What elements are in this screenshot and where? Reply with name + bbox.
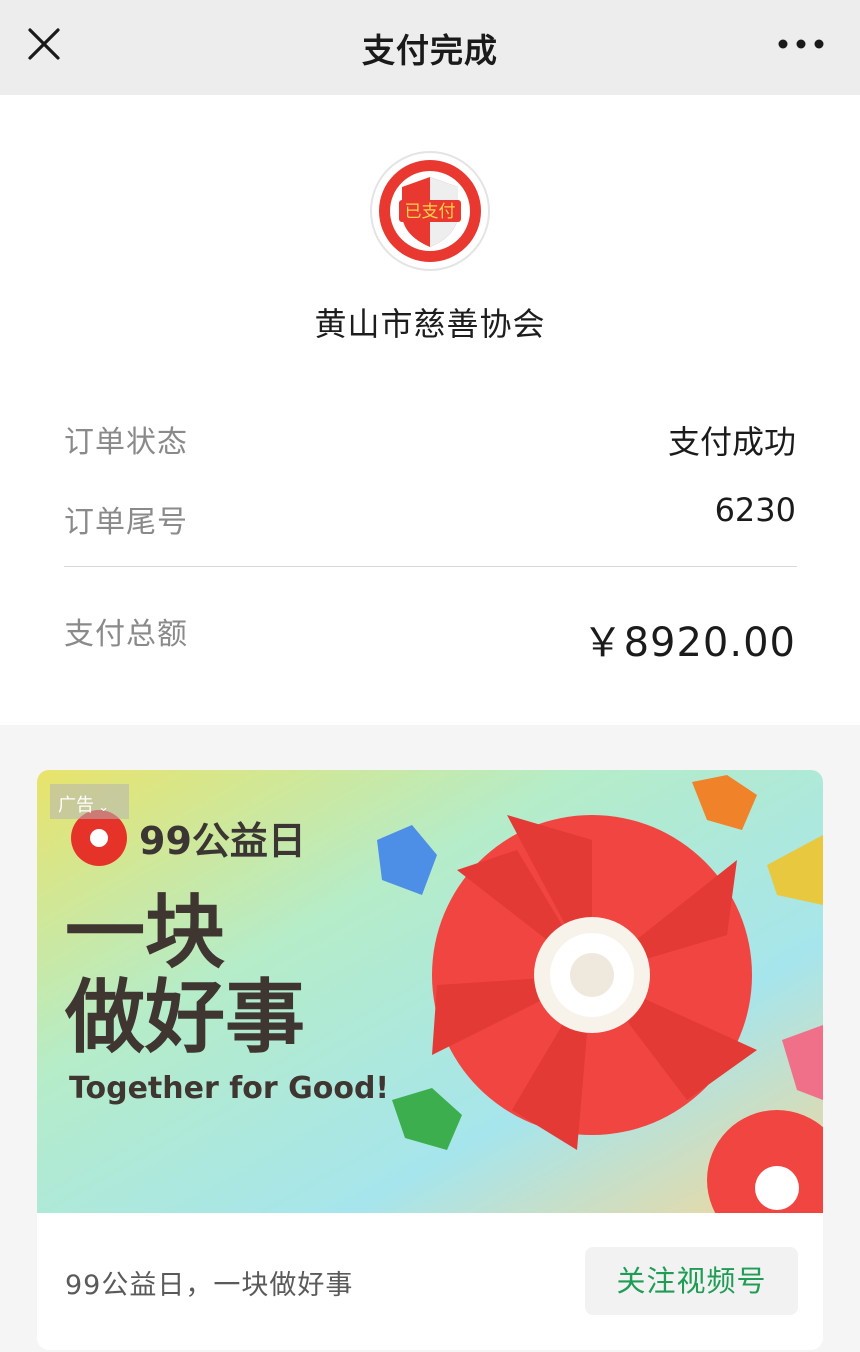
divider xyxy=(64,566,797,567)
order-status-value: 支付成功 xyxy=(667,423,796,461)
order-tail-label: 订单尾号 xyxy=(64,505,188,540)
chevron-down-icon: ⌄ xyxy=(94,800,110,815)
ad-badge-text: 99公益日 xyxy=(139,819,306,863)
ad-headline-line2: 做好事 xyxy=(64,971,305,1064)
ad-headline-line1: 一块 xyxy=(65,886,225,979)
ad-caption: 99公益日，一块做好事 xyxy=(65,1270,354,1301)
top-bar: 支付完成 xyxy=(0,0,860,95)
order-status-label: 订单状态 xyxy=(64,425,188,460)
paid-logo-text: 已支付 xyxy=(405,202,456,222)
merchant-logo: 已支付 xyxy=(370,151,490,271)
ad-banner-image[interactable]: 99公益日 一块 做好事 Together for Good! xyxy=(37,770,823,1213)
ad-slogan: Together for Good! xyxy=(69,1071,389,1106)
ad-tag-label: 广告 xyxy=(58,795,94,816)
ad-tag[interactable]: 广告 ⌄ xyxy=(50,784,129,819)
order-tail-value: 6230 xyxy=(714,491,796,529)
total-amount: ￥8920.00 xyxy=(582,620,796,666)
more-icon[interactable] xyxy=(776,32,826,56)
page-title: 支付完成 xyxy=(362,31,498,70)
payment-result-card: 已支付 黄山市慈善协会 订单状态 支付成功 订单尾号 6230 支付总额 ￥89… xyxy=(0,95,860,725)
merchant-name: 黄山市慈善协会 xyxy=(314,305,546,343)
total-label: 支付总额 xyxy=(64,617,188,652)
ad-card[interactable]: 99公益日 一块 做好事 Together for Good! 广告 ⌄ 99公… xyxy=(37,770,823,1350)
follow-channel-button[interactable]: 关注视频号 xyxy=(585,1247,798,1315)
paid-shield-icon: 已支付 xyxy=(379,160,481,262)
